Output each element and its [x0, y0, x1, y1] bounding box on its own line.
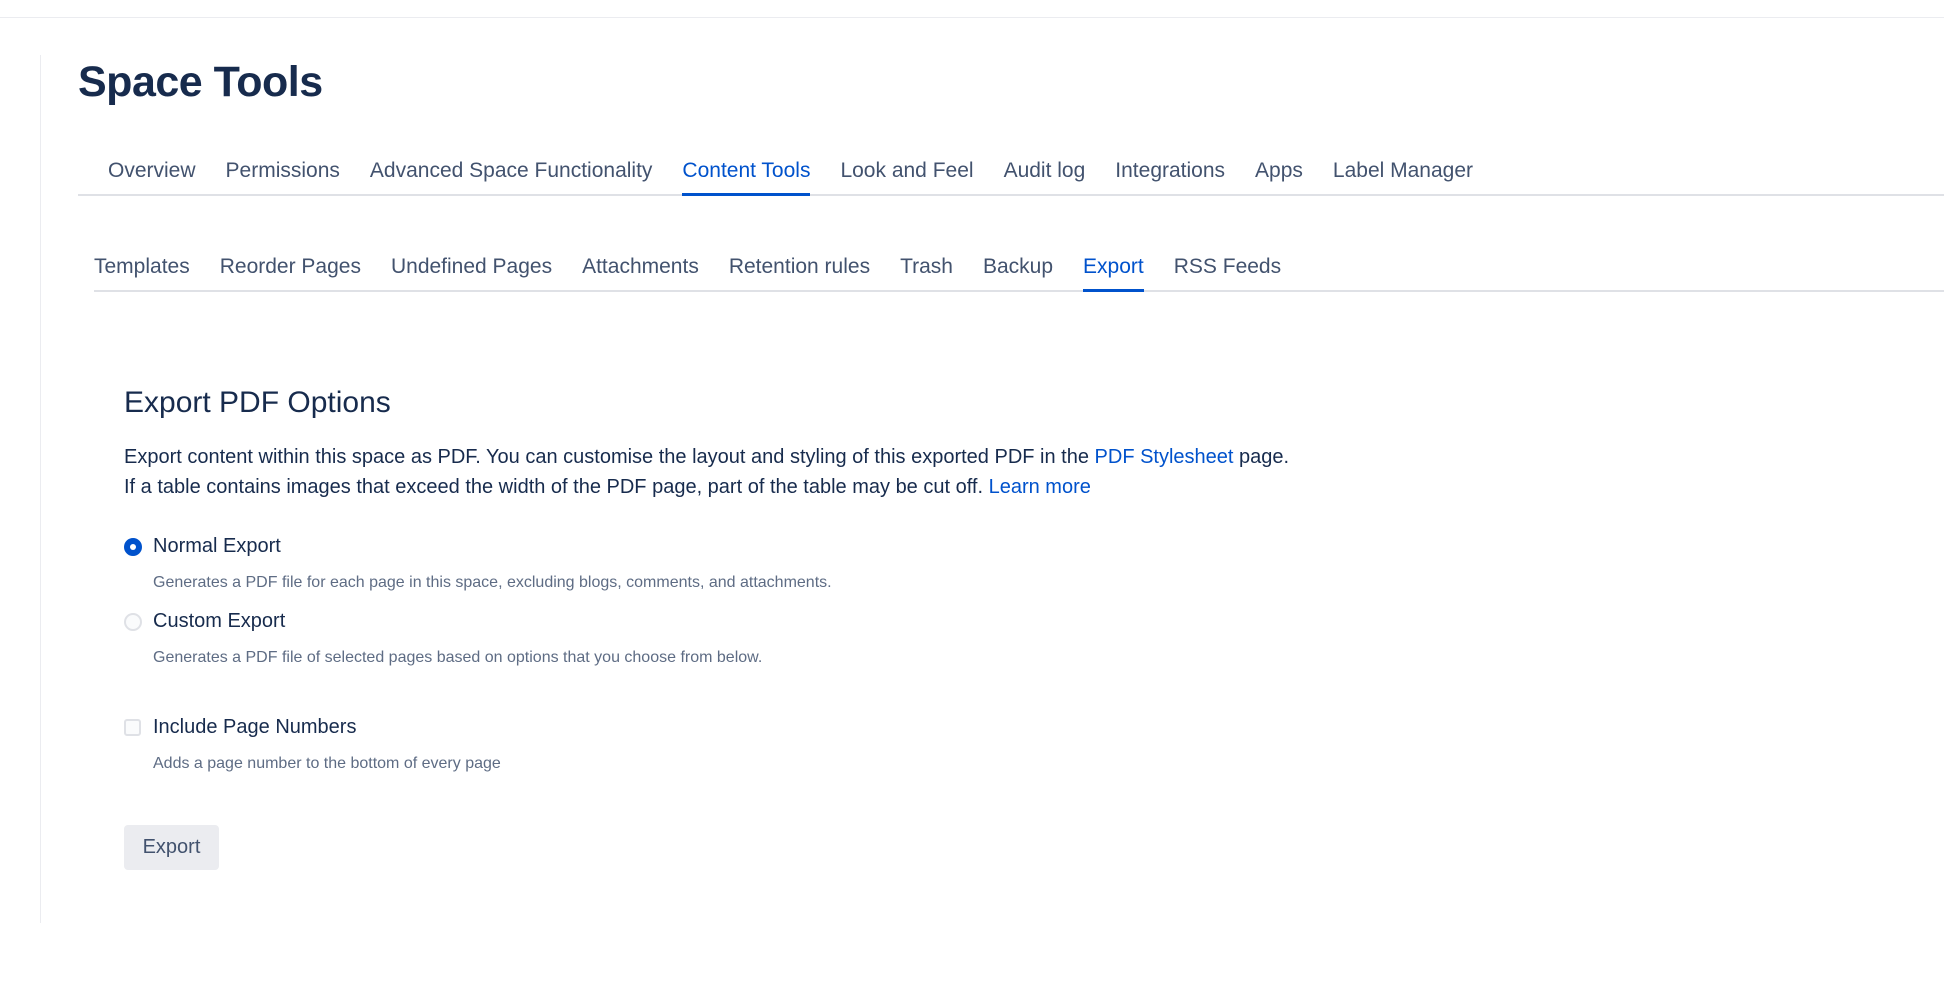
tab-audit-log[interactable]: Audit log: [1004, 159, 1086, 196]
subtab-backup[interactable]: Backup: [983, 255, 1053, 292]
custom-export-hint: Generates a PDF file of selected pages b…: [153, 649, 763, 666]
page-title: Space Tools: [78, 58, 323, 106]
custom-export-option[interactable]: Custom Export: [124, 610, 285, 633]
include-page-numbers-checkbox[interactable]: [124, 719, 141, 736]
tab-label-manager[interactable]: Label Manager: [1333, 159, 1473, 196]
include-page-numbers-option[interactable]: Include Page Numbers: [124, 716, 356, 739]
description-line-2: If a table contains images that exceed t…: [124, 472, 1724, 502]
tab-overview[interactable]: Overview: [108, 159, 196, 196]
tab-look-and-feel[interactable]: Look and Feel: [840, 159, 973, 196]
subtab-reorder-pages[interactable]: Reorder Pages: [220, 255, 361, 292]
custom-export-label: Custom Export: [153, 610, 286, 632]
primary-tabs: Overview Permissions Advanced Space Func…: [78, 150, 1944, 196]
description-text: Export content within this space as PDF.…: [124, 446, 1095, 468]
tab-integrations[interactable]: Integrations: [1115, 159, 1225, 196]
normal-export-radio[interactable]: [124, 537, 142, 556]
include-page-numbers-hint: Adds a page number to the bottom of ever…: [153, 755, 501, 772]
tab-content-tools[interactable]: Content Tools: [682, 159, 811, 196]
secondary-tabs: Templates Reorder Pages Undefined Pages …: [94, 250, 1944, 292]
normal-export-hint: Generates a PDF file for each page in th…: [153, 574, 832, 591]
subtab-attachments[interactable]: Attachments: [582, 255, 699, 292]
sidebar-edge: [40, 55, 41, 923]
include-page-numbers-label: Include Page Numbers: [153, 716, 357, 738]
learn-more-link[interactable]: Learn more: [989, 476, 1091, 498]
tab-advanced-space-functionality[interactable]: Advanced Space Functionality: [370, 159, 653, 196]
normal-export-label: Normal Export: [153, 535, 281, 557]
export-description: Export content within this space as PDF.…: [124, 442, 1724, 502]
normal-export-option[interactable]: Normal Export: [124, 535, 281, 558]
subtab-trash[interactable]: Trash: [900, 255, 953, 292]
subtab-retention-rules[interactable]: Retention rules: [729, 255, 870, 292]
subtab-rss-feeds[interactable]: RSS Feeds: [1174, 255, 1281, 292]
tab-apps[interactable]: Apps: [1255, 159, 1303, 196]
description-text: page.: [1233, 446, 1290, 468]
tab-permissions[interactable]: Permissions: [226, 159, 340, 196]
export-button[interactable]: Export: [124, 825, 219, 870]
top-divider: [0, 17, 1944, 18]
section-title: Export PDF Options: [124, 386, 391, 419]
description-text: If a table contains images that exceed t…: [124, 476, 989, 498]
subtab-templates[interactable]: Templates: [94, 255, 190, 292]
pdf-stylesheet-link[interactable]: PDF Stylesheet: [1095, 446, 1234, 468]
description-line-1: Export content within this space as PDF.…: [124, 442, 1724, 472]
subtab-export[interactable]: Export: [1083, 255, 1144, 292]
custom-export-radio[interactable]: [124, 612, 142, 631]
subtab-undefined-pages[interactable]: Undefined Pages: [391, 255, 552, 292]
